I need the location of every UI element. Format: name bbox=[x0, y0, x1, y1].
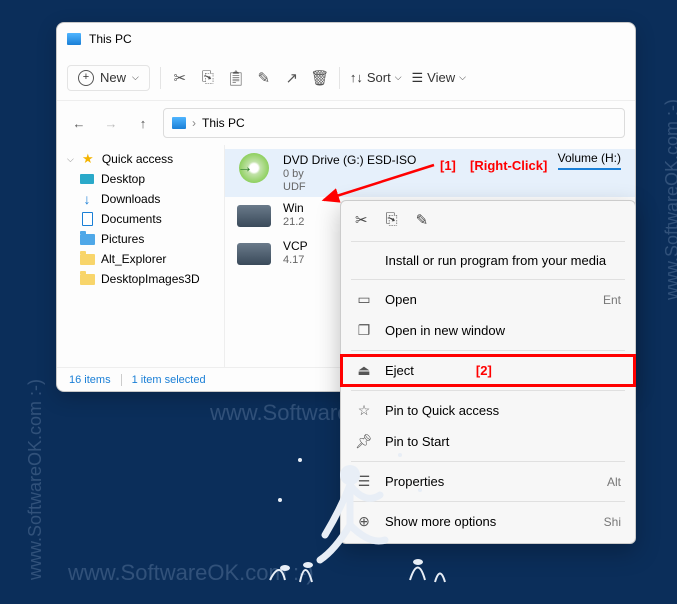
chevron-down-icon: ⌵ bbox=[132, 72, 139, 83]
sidebar-label: Desktop bbox=[101, 172, 145, 186]
sidebar-label: Pictures bbox=[101, 232, 144, 246]
drive-sub: 21.2 bbox=[283, 216, 304, 228]
cut-icon[interactable]: ✂ bbox=[355, 211, 368, 229]
shortcut: Alt bbox=[607, 475, 621, 489]
window-icon: ❐ bbox=[355, 322, 373, 339]
separator bbox=[351, 390, 625, 391]
window-title: This PC bbox=[89, 32, 132, 46]
sidebar: ⌵ ★ Quick access Desktop ↓ Downloads Doc… bbox=[57, 145, 225, 367]
pictures-icon bbox=[80, 234, 95, 245]
decorative-figure bbox=[250, 440, 450, 590]
titlebar[interactable]: This PC bbox=[57, 23, 635, 55]
sidebar-item-desktop[interactable]: Desktop bbox=[57, 169, 224, 189]
annotation-2: [2] bbox=[476, 363, 492, 378]
shortcut: Ent bbox=[603, 293, 621, 307]
drive-sub: 4.17 bbox=[283, 254, 308, 266]
paste-icon[interactable]: 📋︎ bbox=[227, 69, 245, 87]
chevron-down-icon: ⌵ bbox=[459, 72, 466, 83]
this-pc-icon bbox=[172, 117, 186, 129]
chevron-down-icon: ⌵ bbox=[67, 154, 74, 165]
sort-button[interactable]: ↑↓ Sort ⌵ bbox=[350, 70, 402, 85]
watermark-side: www.SoftwareOK.com :-) bbox=[662, 99, 677, 300]
forward-button[interactable]: → bbox=[99, 111, 123, 135]
open-icon: ▭ bbox=[355, 291, 373, 308]
star-icon: ★ bbox=[80, 152, 96, 166]
document-icon bbox=[82, 212, 93, 226]
sidebar-item-downloads[interactable]: ↓ Downloads bbox=[57, 189, 224, 209]
volume-tab[interactable]: Volume (H:) bbox=[558, 151, 621, 170]
sidebar-label: Quick access bbox=[102, 152, 173, 166]
new-button[interactable]: + New ⌵ bbox=[67, 65, 150, 91]
separator bbox=[160, 67, 161, 89]
cut-icon[interactable]: ✂ bbox=[171, 69, 189, 87]
breadcrumb[interactable]: This PC bbox=[202, 116, 245, 130]
new-label: New bbox=[100, 70, 126, 85]
dvd-drive-icon bbox=[239, 153, 269, 183]
sidebar-label: DesktopImages3D bbox=[101, 272, 200, 286]
up-button[interactable]: ↑ bbox=[131, 111, 155, 135]
sidebar-item-folder[interactable]: Alt_Explorer bbox=[57, 249, 224, 269]
copy-icon[interactable]: ⎘ bbox=[386, 211, 398, 229]
plus-icon: + bbox=[78, 70, 94, 86]
watermark-side: www.SoftwareOK.com :-) bbox=[25, 379, 46, 580]
ctx-label: Open in new window bbox=[385, 323, 505, 338]
hdd-icon bbox=[237, 205, 271, 227]
status-selected: 1 item selected bbox=[132, 374, 206, 386]
shortcut: Shi bbox=[604, 515, 621, 529]
desktop-icon bbox=[80, 174, 94, 184]
toolbar: + New ⌵ ✂ ⎘ 📋︎ ✎ ↗ 🗑︎ ↑↓ Sort ⌵ ☰ View ⌵ bbox=[57, 55, 635, 101]
eject-icon: ⏏ bbox=[355, 362, 373, 379]
sidebar-item-folder[interactable]: DesktopImages3D bbox=[57, 269, 224, 289]
ctx-label: Install or run program from your media bbox=[385, 253, 606, 268]
view-icon: ☰ bbox=[412, 70, 424, 86]
ctx-label: Pin to Quick access bbox=[385, 403, 499, 418]
separator bbox=[351, 241, 625, 242]
sidebar-item-documents[interactable]: Documents bbox=[57, 209, 224, 229]
context-icon-row: ✂ ⎘ ✎ bbox=[341, 207, 635, 237]
ctx-label: Open bbox=[385, 292, 417, 307]
sidebar-item-pictures[interactable]: Pictures bbox=[57, 229, 224, 249]
hdd-icon bbox=[237, 243, 271, 265]
delete-icon[interactable]: 🗑︎ bbox=[311, 69, 329, 87]
rename-icon[interactable]: ✎ bbox=[255, 69, 273, 87]
chevron-down-icon: ⌵ bbox=[395, 72, 402, 83]
view-label: View bbox=[427, 70, 455, 85]
drive-name: DVD Drive (G:) ESD-ISO bbox=[283, 153, 416, 167]
sort-label: Sort bbox=[367, 70, 391, 85]
sidebar-label: Documents bbox=[101, 212, 162, 226]
address-row: ← → ↑ › This PC bbox=[57, 101, 635, 145]
sidebar-quick-access[interactable]: ⌵ ★ Quick access bbox=[57, 149, 224, 169]
download-icon: ↓ bbox=[79, 192, 95, 206]
ctx-pin-quick[interactable]: ☆ Pin to Quick access bbox=[341, 395, 635, 426]
ctx-open-new-window[interactable]: ❐ Open in new window bbox=[341, 315, 635, 346]
rename-icon[interactable]: ✎ bbox=[416, 211, 429, 229]
sort-icon: ↑↓ bbox=[350, 70, 363, 85]
separator bbox=[351, 279, 625, 280]
separator bbox=[339, 67, 340, 89]
drive-sub: UDF bbox=[283, 181, 416, 193]
separator bbox=[351, 350, 625, 351]
sidebar-label: Downloads bbox=[101, 192, 160, 206]
drive-name: Win bbox=[283, 201, 304, 215]
drive-sub: 0 by bbox=[283, 168, 416, 180]
status-items: 16 items bbox=[69, 374, 111, 386]
drive-name: VCP bbox=[283, 239, 308, 253]
breadcrumb-sep: › bbox=[192, 116, 196, 130]
ctx-open[interactable]: ▭ Open Ent bbox=[341, 284, 635, 315]
share-icon[interactable]: ↗ bbox=[283, 69, 301, 87]
this-pc-icon bbox=[67, 33, 81, 45]
address-bar[interactable]: › This PC bbox=[163, 108, 625, 138]
view-button[interactable]: ☰ View ⌵ bbox=[412, 70, 466, 86]
star-outline-icon: ☆ bbox=[355, 402, 373, 419]
folder-icon bbox=[80, 274, 95, 285]
separator bbox=[121, 374, 122, 386]
copy-icon[interactable]: ⎘ bbox=[199, 69, 217, 87]
back-button[interactable]: ← bbox=[67, 111, 91, 135]
folder-icon bbox=[80, 254, 95, 265]
ctx-label: Eject bbox=[385, 363, 414, 378]
sidebar-label: Alt_Explorer bbox=[101, 252, 166, 266]
ctx-eject[interactable]: ⏏ Eject [2] bbox=[341, 355, 635, 386]
ctx-install[interactable]: Install or run program from your media bbox=[341, 246, 635, 275]
